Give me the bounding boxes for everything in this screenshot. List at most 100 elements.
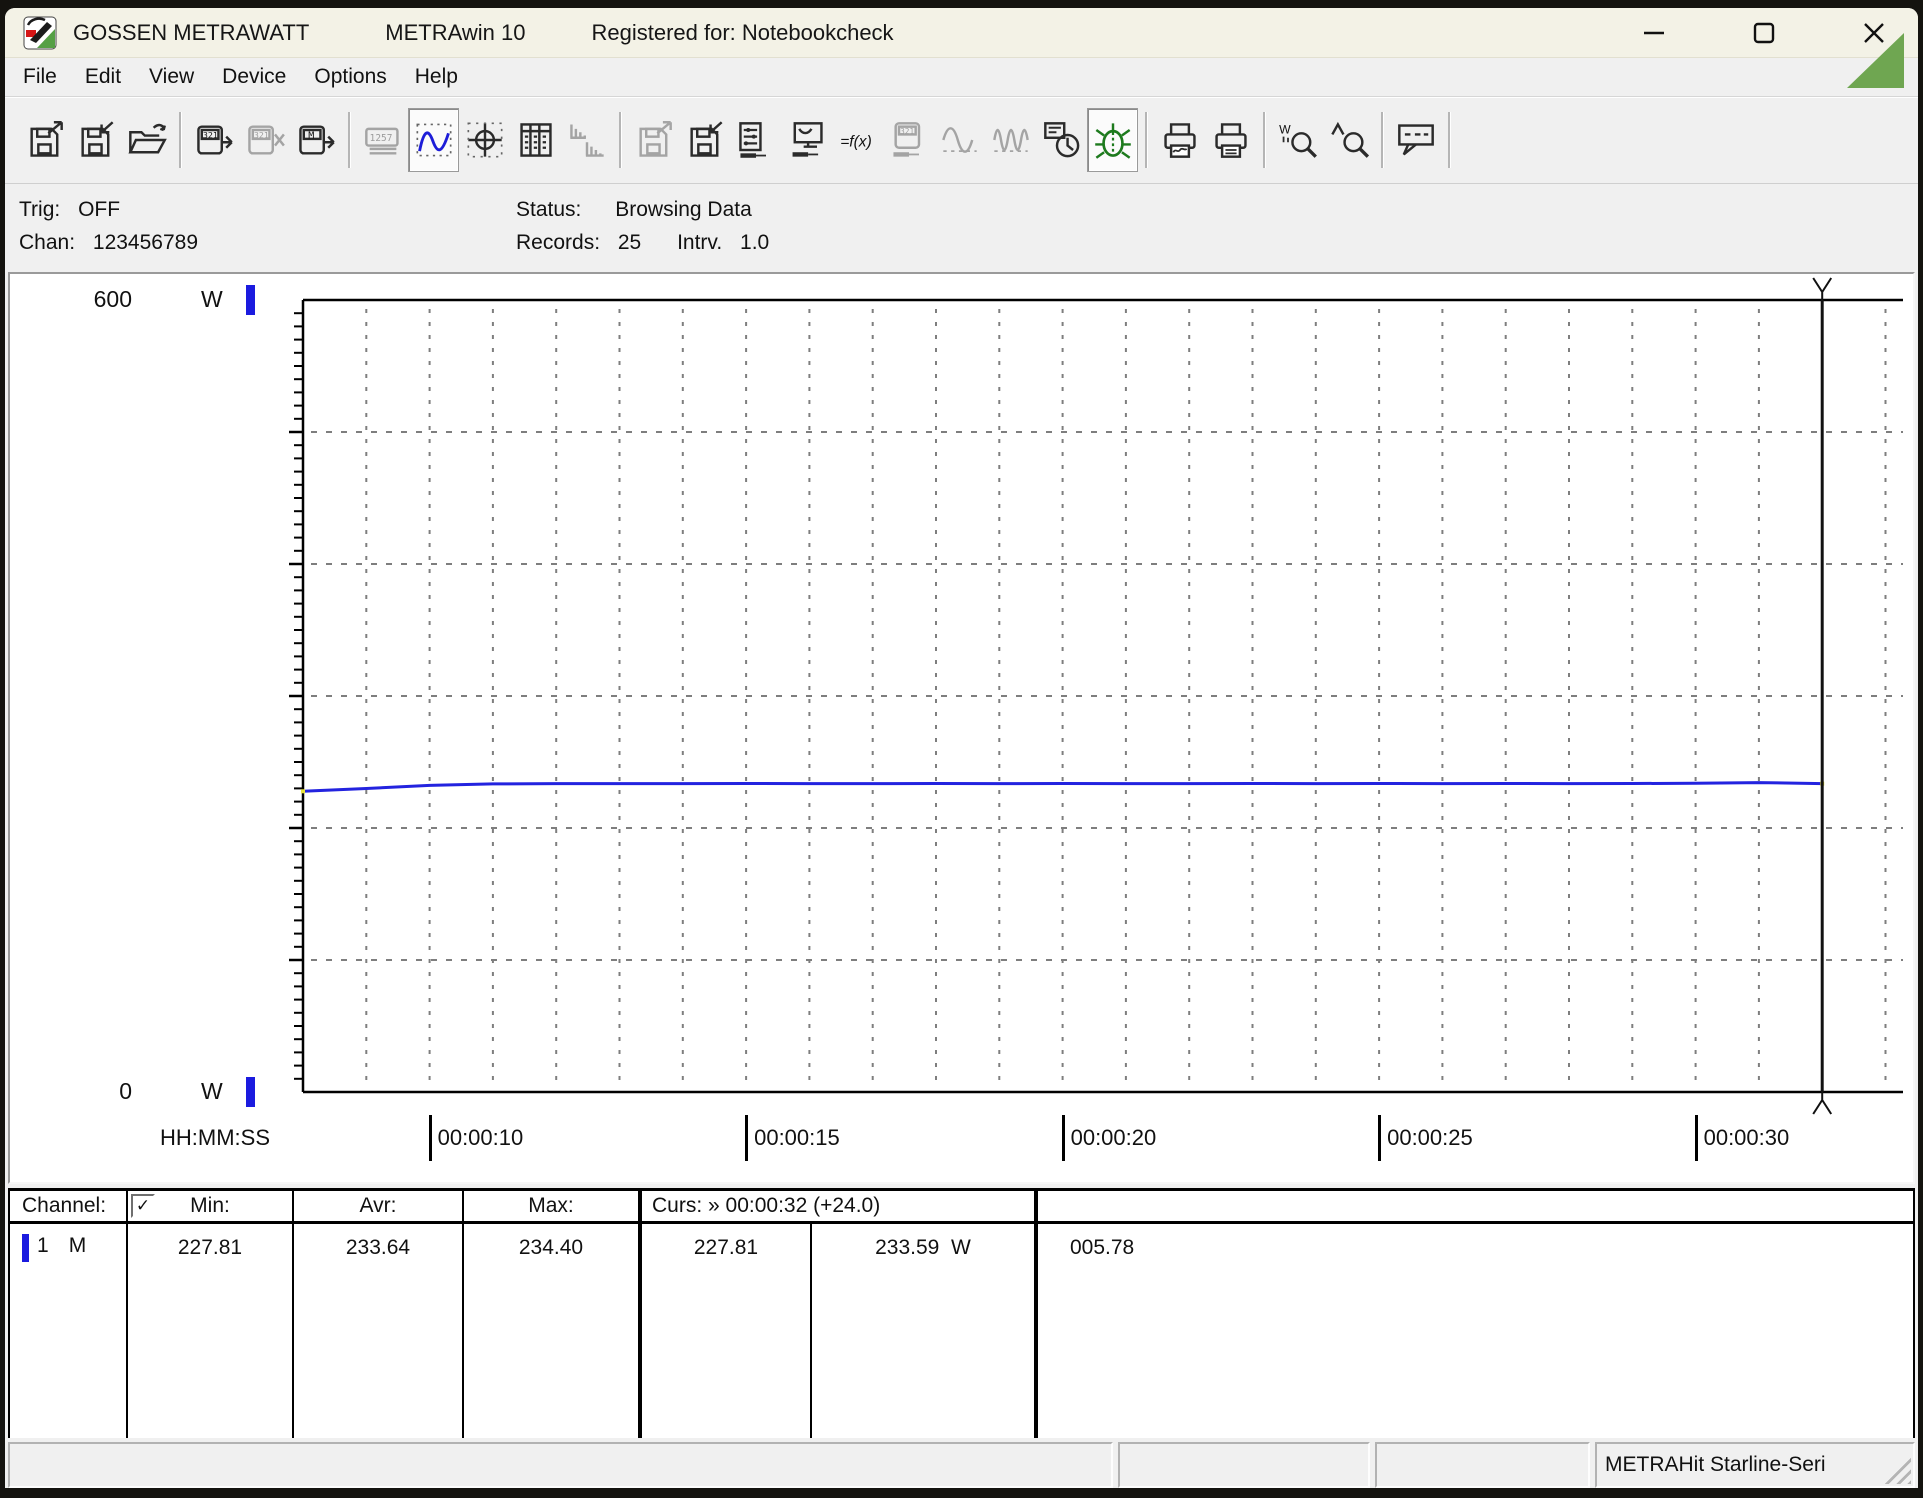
histogram-icon	[567, 120, 607, 160]
x-tick-label: 00:00:20	[1062, 1115, 1157, 1161]
menu-item-help[interactable]: Help	[401, 62, 472, 92]
menu-item-file[interactable]: File	[9, 62, 71, 92]
statusbar-panel-2	[1118, 1442, 1370, 1488]
records-line: Records: 25 Intrv. 1.0	[516, 226, 769, 259]
save-data-button[interactable]	[70, 108, 121, 172]
channel-visibility-checkbox[interactable]: ✓	[131, 1194, 155, 1218]
svg-text:1257: 1257	[369, 133, 392, 144]
floppy-save-icon	[76, 120, 116, 160]
channel-status: Chan: 123456789	[19, 226, 198, 259]
svg-text:321: 321	[253, 130, 268, 140]
panel-sliders-icon	[736, 120, 776, 160]
magnifier-w-icon: W	[1278, 120, 1318, 160]
column-header-min: ✓ Min:	[126, 1191, 292, 1224]
channel-settings-button[interactable]	[730, 108, 781, 172]
titlebar: GOSSEN METRAWATT METRAwin 10 Registered …	[5, 8, 1918, 58]
minimize-button[interactable]	[1624, 11, 1684, 55]
device-m-read-icon: M	[296, 120, 336, 160]
formula-button[interactable]: =f(x)	[832, 108, 883, 172]
menu-item-view[interactable]: View	[135, 62, 208, 92]
resize-grip[interactable]	[1883, 1456, 1911, 1484]
crosshair-icon	[465, 120, 505, 160]
device-321-disconnect-icon: 321	[245, 120, 285, 160]
avr-value-cell: 233.64	[292, 1224, 462, 1438]
monitor-tools-icon	[787, 120, 827, 160]
cursor-start-value-cell: 227.81	[638, 1224, 810, 1438]
toolbar-separator	[1448, 112, 1450, 168]
statusbar: METRAHit Starline-Seri	[8, 1442, 1915, 1488]
toolbar: 321 321 M 1257 =f(x) 321 W	[5, 96, 1918, 184]
svg-text:321: 321	[900, 127, 914, 136]
wave-single-icon	[940, 120, 980, 160]
cursor-value-cell: 233.59 W	[810, 1224, 1034, 1438]
channel-mode: M	[69, 1234, 87, 1438]
time-settings-button[interactable]	[1036, 108, 1087, 172]
table-row-channel-cell[interactable]: 1 M	[10, 1224, 126, 1438]
fx-icon: =f(x)	[838, 120, 878, 160]
statusbar-panel-main	[8, 1442, 1113, 1488]
folder-open-icon	[127, 120, 167, 160]
cursor-handle-bottom[interactable]	[1813, 1092, 1831, 1114]
svg-text:321: 321	[202, 130, 217, 140]
device-config-button: 321	[883, 108, 934, 172]
printer-lines-icon	[1211, 120, 1251, 160]
app-icon	[23, 16, 57, 50]
notes-button[interactable]	[1390, 108, 1441, 172]
channel-stats-table: Channel: ✓ Min: Avr: Max: Curs: » 00:00:…	[8, 1188, 1915, 1438]
import-config-button[interactable]	[679, 108, 730, 172]
min-value-cell: 227.81	[126, 1224, 292, 1438]
toolbar-separator	[179, 112, 181, 168]
toolbar-separator	[1145, 112, 1147, 168]
maximize-button[interactable]	[1734, 11, 1794, 55]
channel-marker-top	[246, 285, 255, 315]
menu-item-options[interactable]: Options	[300, 62, 400, 92]
menu-item-edit[interactable]: Edit	[71, 62, 135, 92]
export-data-button[interactable]	[19, 108, 70, 172]
y-axis-min-label: 0	[50, 1078, 132, 1105]
floppy-export-icon	[634, 120, 674, 160]
print-report-button[interactable]	[1205, 108, 1256, 172]
timer-bug-icon	[1093, 120, 1133, 160]
toolbar-separator	[1381, 112, 1383, 168]
magnifier-arrow-icon	[1329, 120, 1369, 160]
titlebar-registered: Registered for: Notebookcheck	[592, 20, 894, 46]
x-tick-label: 00:00:30	[1695, 1115, 1790, 1161]
export-config-button	[628, 108, 679, 172]
column-header-max: Max:	[462, 1191, 638, 1224]
toolbar-separator	[348, 112, 350, 168]
chart-svg[interactable]	[10, 274, 1913, 1182]
wave-multi-icon	[991, 120, 1031, 160]
toolbar-separator	[1263, 112, 1265, 168]
statusbar-device-panel: METRAHit Starline-Seri	[1595, 1442, 1915, 1488]
display-settings-button[interactable]	[781, 108, 832, 172]
read-device-m-button[interactable]: M	[290, 108, 341, 172]
svg-text:M: M	[308, 130, 314, 141]
zoom-pointer-button[interactable]	[1323, 108, 1374, 172]
cursor-handle-top[interactable]	[1813, 278, 1831, 300]
print-chart-button[interactable]	[1154, 108, 1205, 172]
toolbar-separator	[619, 112, 621, 168]
zoom-window-button[interactable]: W	[1272, 108, 1323, 172]
chart-curve-icon	[414, 120, 454, 160]
read-device-321-button[interactable]: 321	[188, 108, 239, 172]
column-header-channel: Channel:	[10, 1191, 126, 1224]
table-view-button[interactable]	[510, 108, 561, 172]
numeric-display-button: 1257	[357, 108, 408, 172]
chart-view-button[interactable]	[408, 108, 459, 172]
open-file-button[interactable]	[121, 108, 172, 172]
cursor-view-button[interactable]	[459, 108, 510, 172]
status-line: Status: Browsing Data	[516, 193, 769, 226]
data-table-icon	[516, 120, 556, 160]
column-header-avr: Avr:	[292, 1191, 462, 1224]
column-header-extra	[1034, 1191, 1913, 1224]
column-header-cursor: Curs: » 00:00:32 (+24.0)	[638, 1191, 1034, 1224]
y-axis-max-label: 600	[50, 286, 132, 313]
max-value-cell: 234.40	[462, 1224, 638, 1438]
multi-wave-button	[985, 108, 1036, 172]
minimize-icon	[1642, 21, 1666, 45]
floppy-export-icon	[25, 120, 65, 160]
live-record-button[interactable]	[1087, 108, 1138, 172]
clock-device-icon	[1042, 120, 1082, 160]
menu-item-device[interactable]: Device	[208, 62, 300, 92]
chart-panel[interactable]: 600 W 0 W HH:MM:SS 00:00:1000:00:1500:00…	[8, 272, 1915, 1184]
